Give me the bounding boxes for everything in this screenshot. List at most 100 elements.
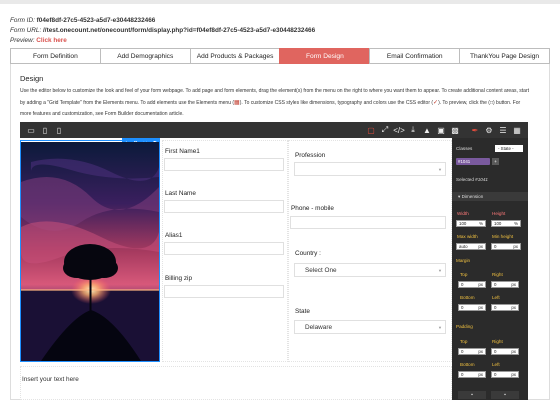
padding-bottom-value: 0 [461, 372, 464, 377]
layers-icon[interactable]: ☰ [496, 123, 510, 137]
style-manager-icon[interactable]: ✒ [468, 123, 482, 137]
last-name-input[interactable] [164, 200, 284, 213]
margin-left-value: 0 [494, 305, 497, 310]
padding-right-label: Right [492, 339, 503, 344]
height-input[interactable]: 100% [491, 220, 521, 227]
height-value: 100 [494, 221, 502, 226]
tab-form-definition[interactable]: Form Definition [10, 48, 100, 64]
padding-right-input[interactable]: 0 px [491, 348, 519, 355]
padding-top-label: Top [460, 339, 468, 344]
padding-top-input[interactable]: 0 px [458, 348, 486, 355]
tab-email-confirmation[interactable]: Email Confirmation [369, 48, 460, 64]
desc-part-2: ). To customize CSS styles like dimensio… [239, 99, 434, 106]
fullscreen-icon[interactable]: ⤢ [378, 123, 392, 137]
preview-label: Preview: [10, 37, 35, 45]
country-label: Country : [295, 250, 321, 257]
form-id-label: Form ID: [10, 17, 35, 24]
tab-thankyou-page[interactable]: ThankYou Page Design [459, 48, 550, 64]
country-select[interactable]: Select One ▼ [294, 263, 446, 277]
min-height-unit: px [513, 244, 518, 249]
country-value: Select One [305, 266, 337, 274]
outline-toggle-icon[interactable]: ▢ [364, 123, 378, 137]
editor-canvas[interactable]: ↑ ✥ □ ▣ First Name1 Last Name Alias1 Bil… [20, 138, 452, 400]
padding-left-value: 0 [494, 372, 497, 377]
max-width-input[interactable]: auto px [456, 243, 486, 250]
margin-label: Margin [456, 258, 471, 263]
padding-top-unit: px [478, 349, 483, 354]
state-label: State [295, 308, 310, 315]
margin-left-unit: px [511, 305, 516, 310]
settings-icon[interactable]: ⚙ [482, 123, 496, 137]
phone-input[interactable] [290, 216, 446, 229]
min-height-value: 0 [494, 244, 497, 249]
form-id: f04ef8df-27c5-4523-a5d7-e30448232466 [36, 17, 156, 24]
text-block-area [20, 366, 452, 400]
editor-toolbar: ▭ ▯ ▯ ▢ ⤢ </> ⤓ ▲ ▣ ▩ ✒ ⚙ ☰ ▦ [20, 122, 528, 138]
padding-right-value: 0 [494, 349, 497, 354]
first-name-input[interactable] [164, 158, 284, 171]
profession-select[interactable]: ▼ [294, 162, 446, 176]
width-unit: % [479, 221, 483, 226]
margin-top-value: 0 [461, 282, 464, 287]
tab-bar: Form Definition Add Demographics Add Pro… [10, 48, 550, 64]
tablet-view-icon[interactable]: ▯ [38, 123, 52, 137]
import-icon[interactable]: ⤓ [406, 123, 420, 137]
billing-zip-label: Billing zip [165, 275, 192, 282]
top-strip [0, 0, 560, 4]
tab-add-demographics[interactable]: Add Demographics [99, 48, 190, 64]
padding-left-label: Left [492, 362, 500, 367]
warning-icon[interactable]: ▲ [420, 123, 434, 137]
state-dropdown[interactable]: - State - [495, 145, 523, 152]
insert-text-block[interactable]: Insert your text here [22, 376, 79, 383]
last-name-label: Last Name [165, 190, 196, 197]
style-manager-panel: Classes - State - #1041 + Selected #1041… [452, 138, 528, 400]
padding-right-unit: px [511, 349, 516, 354]
state-select[interactable]: Delaware ▼ [294, 320, 446, 334]
panel-scroll-button-2[interactable]: ▪ [491, 391, 519, 399]
padding-bottom-input[interactable]: 0 px [458, 371, 486, 378]
margin-bottom-input[interactable]: 0 px [458, 304, 486, 311]
form-url: //test.onecount.net/onecount/form/displa… [43, 27, 316, 35]
panel-scroll-button-1[interactable]: ▪ [458, 391, 486, 399]
trash-icon[interactable]: ▣ [434, 123, 448, 137]
margin-left-input[interactable]: 0 px [491, 304, 519, 311]
sunset-tree-image[interactable] [21, 142, 159, 361]
margin-right-input[interactable]: 0 px [491, 281, 519, 288]
class-chip[interactable]: #1041 [456, 158, 490, 165]
dimension-section[interactable]: ▾ Dimension [452, 192, 528, 201]
phone-label: Phone - mobile [291, 205, 334, 212]
profession-label: Profession [295, 152, 326, 159]
min-height-input[interactable]: 0 px [491, 243, 521, 250]
margin-top-input[interactable]: 0 px [458, 281, 486, 288]
mobile-view-icon[interactable]: ▯ [52, 123, 66, 137]
margin-bottom-value: 0 [461, 305, 464, 310]
dimension-label: Dimension [461, 194, 484, 199]
padding-left-input[interactable]: 0 px [491, 371, 519, 378]
min-height-label: Min height [492, 234, 514, 239]
margin-right-unit: px [511, 282, 516, 287]
tab-form-design[interactable]: Form Design [279, 48, 370, 64]
code-view-icon[interactable]: </> [392, 123, 406, 137]
margin-top-label: Top [460, 272, 468, 277]
selected-label: Selected #1041 [456, 177, 488, 182]
save-icon[interactable]: ▩ [448, 123, 462, 137]
design-description: Use the editor below to customize the lo… [20, 86, 532, 121]
margin-right-label: Right [492, 272, 503, 277]
profession-caret-icon: ▼ [438, 166, 442, 172]
margin-bottom-unit: px [478, 305, 483, 310]
state-caret-icon: ▼ [438, 324, 442, 330]
class-chip-label: #1041 [458, 159, 471, 164]
desktop-view-icon[interactable]: ▭ [24, 123, 38, 137]
first-name-label: First Name1 [165, 148, 200, 155]
width-input[interactable]: 100% [456, 220, 486, 227]
billing-zip-input[interactable] [164, 285, 284, 298]
selected-label-text: Selected [456, 177, 474, 182]
max-width-unit: px [478, 244, 483, 249]
preview-link[interactable]: Click here [36, 37, 67, 44]
alias-input[interactable] [164, 242, 284, 255]
blocks-icon[interactable]: ▦ [510, 123, 524, 137]
design-heading: Design [20, 74, 44, 83]
add-class-icon[interactable]: + [492, 158, 499, 165]
tab-add-products[interactable]: Add Products & Packages [189, 48, 280, 64]
form-url-label: Form URL: [10, 27, 42, 35]
